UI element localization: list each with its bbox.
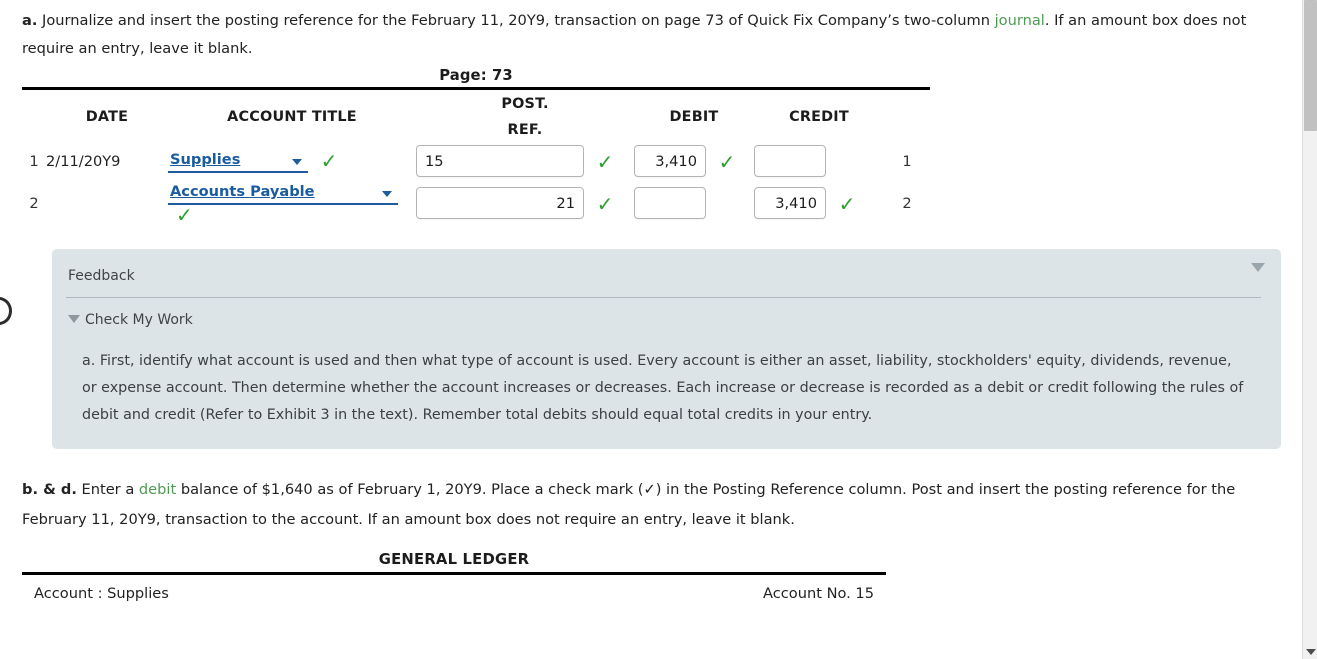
check-my-work-label: Check My Work (85, 312, 193, 328)
vertical-scrollbar[interactable] (1302, 0, 1317, 659)
check-icon-postref-2: ✓ (596, 191, 614, 216)
row-number-right-1: 1 (902, 152, 912, 170)
account-select-wrapper-1: Supplies (168, 149, 308, 173)
page-viewport: a. Journalize and insert the posting ref… (0, 0, 1302, 659)
check-icon-account-1: ✓ (320, 149, 338, 173)
header-account-title: ACCOUNT TITLE (227, 109, 357, 125)
row-postref-cell-1: ✓ (416, 143, 634, 179)
header-credit: CREDIT (789, 109, 849, 125)
question-a-label: a. (22, 12, 38, 29)
row-number-right-2: 2 (902, 194, 912, 212)
debit-input-2[interactable] (634, 187, 706, 219)
feedback-title: Feedback (68, 268, 135, 284)
account-title-select-2[interactable]: Accounts Payable (168, 181, 398, 205)
row-debit-cell-1: ✓ (634, 143, 754, 179)
row-credit-cell-2: ✓ (754, 179, 884, 227)
journal-table-container: Page: 73 DATE ACCOUNT TITLE POST. REF. D… (22, 67, 930, 227)
ledger-account-number: Account No. 15 (763, 585, 874, 602)
header-post-ref-line1: POST. (501, 96, 549, 112)
general-ledger-header-row: Account : Supplies Account No. 15 (22, 575, 886, 602)
row-number-left-1: 1 (29, 152, 39, 170)
account-select-wrapper-2: Accounts Payable (168, 181, 398, 205)
table-row: 2 Accounts Payable ✓ ✓ (22, 179, 930, 227)
table-row: 1 2/11/20Y9 Supplies ✓ ✓ (22, 143, 930, 179)
row-postref-cell-2: ✓ (416, 179, 634, 227)
row-number-left-2: 2 (29, 194, 39, 212)
scrollbar-thumb[interactable] (1304, 0, 1317, 131)
row-date-1: 2/11/20Y9 (46, 152, 121, 170)
general-ledger-title: GENERAL LEDGER (378, 551, 530, 568)
row-credit-cell-1 (754, 143, 884, 179)
question-a-part1: Journalize and insert the posting refere… (37, 12, 995, 29)
feedback-divider (66, 297, 1261, 298)
journal-header-row: DATE ACCOUNT TITLE POST. REF. DEBIT CRED… (22, 90, 930, 143)
credit-input-1[interactable] (754, 145, 826, 177)
scroll-down-arrow-icon[interactable] (1306, 649, 1316, 655)
header-post-ref-line2: REF. (507, 122, 543, 138)
row-date-2 (46, 179, 168, 227)
row-account-cell-2: Accounts Payable ✓ (168, 179, 416, 227)
row-account-cell-1: Supplies ✓ (168, 143, 416, 179)
collapse-triangle-icon[interactable] (1251, 263, 1265, 272)
term-debit: debit (138, 481, 177, 498)
question-a-text: a. Journalize and insert the posting ref… (0, 0, 1302, 63)
question-bd-label: b. & d. (22, 481, 77, 498)
header-date: DATE (85, 109, 129, 125)
question-bd-part1: Enter a (76, 481, 139, 498)
term-journal: journal (994, 12, 1045, 29)
header-row-number (22, 90, 46, 143)
header-post-ref: POST. REF. (416, 90, 634, 143)
caret-down-icon (68, 315, 80, 323)
post-ref-input-2[interactable] (416, 187, 584, 219)
credit-input-2[interactable] (754, 187, 826, 219)
question-bd-text: b. & d. Enter a debit balance of $1,640 … (0, 449, 1302, 535)
ledger-account-name: Account : Supplies (34, 585, 169, 602)
question-bd-part2: balance of $1,640 as of February 1, 20Y9… (22, 481, 1236, 528)
check-my-work-toggle[interactable]: Check My Work (66, 312, 1261, 328)
general-ledger-container: GENERAL LEDGER Account : Supplies Accoun… (22, 551, 886, 602)
check-icon-credit-2: ✓ (838, 191, 856, 216)
header-row-number-right (884, 90, 930, 143)
check-icon-account-2: ✓ (176, 203, 193, 227)
check-icon-postref-1: ✓ (596, 149, 614, 174)
left-edge-circle-artifact (0, 297, 12, 325)
header-debit: DEBIT (669, 109, 719, 125)
post-ref-input-1[interactable] (416, 145, 584, 177)
check-icon-debit-1: ✓ (718, 149, 736, 174)
journal-table: DATE ACCOUNT TITLE POST. REF. DEBIT CRED… (22, 90, 930, 227)
debit-input-1[interactable] (634, 145, 706, 177)
feedback-body-text: a. First, identify what account is used … (82, 353, 1244, 423)
row-debit-cell-2 (634, 179, 754, 227)
feedback-panel: Feedback Check My Work a. First, identif… (52, 249, 1281, 449)
account-title-select-1[interactable]: Supplies (168, 149, 308, 173)
journal-page-label: Page: 73 (439, 67, 513, 84)
